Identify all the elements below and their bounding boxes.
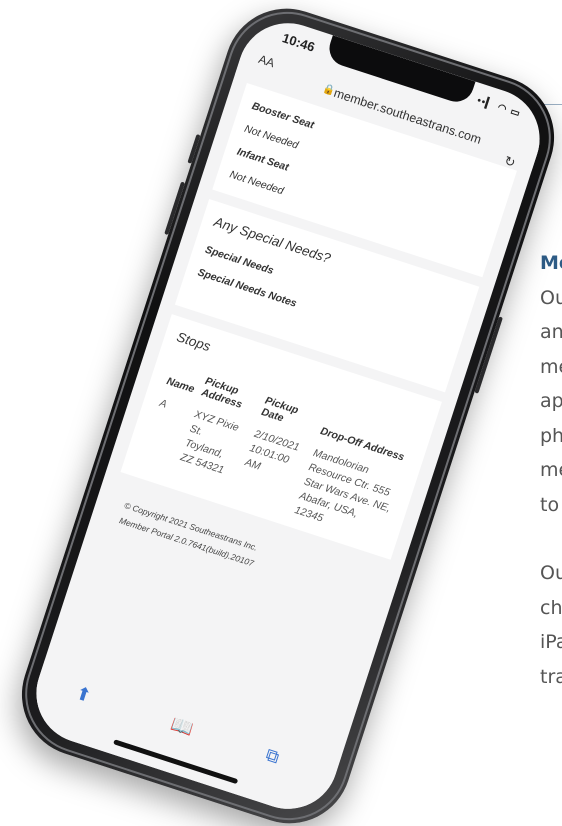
special-needs-label: Special Needs <box>203 243 276 278</box>
status-bar: 10:46 ••▎ ◠ ▭ <box>279 30 523 126</box>
phone-mockup: 10:46 ••▎ ◠ ▭ AA 🔒 member.southeastrans.… <box>0 0 562 826</box>
special-needs-card: Any Special Needs? Special Needs Special… <box>174 199 480 393</box>
tabs-icon[interactable]: ⧉ <box>263 744 281 768</box>
table-row: A XYZ Pixie St. Toyland, ZZ 54321 2/10/2… <box>134 393 406 548</box>
booster-seat-label: Booster Seat <box>250 100 316 132</box>
pickup-address: XYZ Pixie St. Toyland, ZZ 54321 <box>178 408 241 477</box>
column-header: Drop-Off Address <box>318 425 406 464</box>
copyright-text: © Copyright 2021 Southeastrans Inc. <box>123 500 259 553</box>
dropoff-address: Mandolorian Resource Ctr. 555 Star Wars … <box>293 446 392 525</box>
phone-frame: 10:46 ••▎ ◠ ▭ AA 🔒 member.southeastrans.… <box>5 0 562 826</box>
browser-toolbar: ⬆ 📖 ⧉ <box>23 658 342 822</box>
seat-card: Booster Seat Not Needed Infant Seat Not … <box>212 82 517 278</box>
bookmarks-icon[interactable]: 📖 <box>168 713 196 740</box>
volume-button <box>164 181 186 236</box>
stops-title: Stops <box>174 329 213 355</box>
lock-icon: 🔒 <box>321 83 337 98</box>
stop-name: A <box>157 397 169 411</box>
table-header-row: Name Pickup Address Pickup Date Drop-Off… <box>159 361 417 474</box>
column-header: Pickup Address <box>199 375 244 411</box>
power-button <box>474 316 503 394</box>
share-icon[interactable]: ⬆ <box>73 683 94 708</box>
text-size-button[interactable]: AA <box>257 52 277 70</box>
stops-card: Stops Name Pickup Address Pickup Date Dr… <box>120 314 442 560</box>
stops-table: Name Pickup Address Pickup Date Drop-Off… <box>134 361 416 549</box>
column-header: Name <box>165 375 196 396</box>
pickup-date: 2/10/2021 10:01:00 AM <box>243 427 301 473</box>
special-needs-notes-label: Special Needs Notes <box>196 266 299 310</box>
infant-seat-value: Not Needed <box>228 168 286 198</box>
page-footer: © Copyright 2021 Southeastrans Inc. Memb… <box>101 472 390 619</box>
column-header: Pickup Date <box>259 394 300 425</box>
home-indicator[interactable] <box>113 739 239 785</box>
clock: 10:46 <box>280 30 317 55</box>
special-needs-title: Any Special Needs? <box>212 214 333 266</box>
notch <box>324 35 476 107</box>
infant-seat-label: Infant Seat <box>235 145 291 174</box>
mute-switch <box>187 133 201 164</box>
address-bar[interactable]: AA 🔒 member.southeastrans.com ↻ <box>234 42 543 172</box>
signal-wifi-battery-icon: ••▎ ◠ ▭ <box>475 95 523 120</box>
booster-seat-value: Not Needed <box>242 122 300 152</box>
url-text[interactable]: member.southeastrans.com <box>332 86 483 147</box>
reload-icon[interactable]: ↻ <box>502 153 518 172</box>
version-text: Member Portal 2.0.7641(build).20107 <box>118 515 256 569</box>
page-content: Booster Seat Not Needed Infant Seat Not … <box>101 82 517 619</box>
phone-screen: 10:46 ••▎ ◠ ▭ AA 🔒 member.southeastrans.… <box>23 10 553 822</box>
